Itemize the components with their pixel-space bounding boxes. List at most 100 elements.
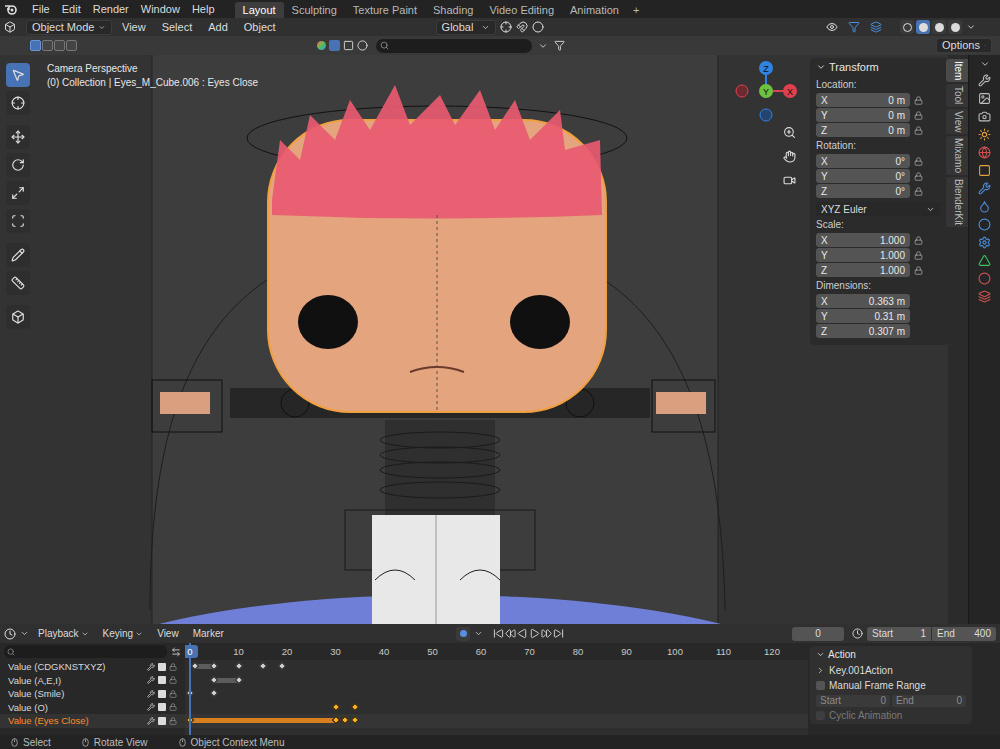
object-filter-icon[interactable] [343, 40, 354, 51]
lock-icon[interactable] [914, 187, 923, 196]
mute-checkbox[interactable] [158, 690, 166, 698]
current-frame-field[interactable]: 0 [792, 627, 844, 641]
editor-type-icon[interactable] [980, 59, 990, 69]
keyframe[interactable] [351, 716, 359, 724]
end-frame-field[interactable]: End400 [932, 627, 996, 641]
gizmo-icon[interactable] [848, 21, 860, 33]
collection-color-icon[interactable] [317, 41, 326, 50]
keyframe[interactable] [234, 662, 242, 670]
manual-range-row[interactable]: Manual Frame Range [816, 678, 966, 693]
lock-icon[interactable] [914, 96, 923, 105]
panel-header[interactable]: Transform [816, 58, 942, 76]
shading-button[interactable] [948, 20, 962, 34]
properties-tab-icon[interactable] [978, 146, 991, 159]
number-field[interactable]: Z0 m [816, 123, 910, 137]
jump-end-icon[interactable] [553, 628, 564, 639]
search-field[interactable] [376, 39, 532, 53]
lock-icon[interactable] [914, 111, 923, 120]
timeline-menu[interactable]: View [152, 626, 184, 641]
lock-icon[interactable] [914, 236, 923, 245]
orientation-dropdown[interactable]: Global [436, 20, 496, 35]
mute-checkbox[interactable] [158, 663, 166, 671]
dropdown-icon[interactable] [20, 629, 29, 638]
tool-button[interactable] [6, 181, 30, 205]
tool-button[interactable] [6, 305, 30, 329]
workspace-tab[interactable]: Sculpting [284, 2, 345, 18]
mute-checkbox[interactable] [158, 703, 166, 711]
blender-logo-icon[interactable] [4, 3, 18, 15]
tool-button[interactable] [6, 271, 30, 295]
proportional-icon[interactable] [532, 21, 544, 33]
viewport-canvas[interactable]: Camera Perspective(0) Collection | Eyes_… [36, 55, 810, 624]
properties-tab-icon[interactable] [978, 200, 991, 213]
checkbox[interactable] [816, 711, 825, 720]
pan-button[interactable] [780, 147, 798, 165]
number-field[interactable]: Y0° [816, 169, 910, 183]
channel-row[interactable]: Value (O) [0, 701, 185, 715]
select-mode-button[interactable] [66, 40, 77, 51]
play-icon[interactable] [529, 628, 540, 639]
channel-row[interactable]: Value (Eyes Close) [0, 714, 185, 728]
next-key-icon[interactable] [541, 628, 552, 639]
camera-view-button[interactable] [780, 171, 798, 189]
lock-icon[interactable] [169, 703, 177, 711]
header-menu[interactable]: Add [202, 19, 234, 36]
header-menu[interactable]: Object [238, 19, 282, 36]
properties-tab-icon[interactable] [978, 218, 991, 231]
keyframe[interactable] [331, 702, 339, 710]
pivot-icon[interactable] [500, 21, 512, 33]
keyframe[interactable] [351, 702, 359, 710]
lock-icon[interactable] [914, 266, 923, 275]
number-field[interactable]: X0.363 m [816, 294, 910, 308]
action-name-row[interactable]: Key.001Action [816, 662, 966, 678]
properties-tab-icon[interactable] [978, 290, 991, 303]
menu-item[interactable]: File [26, 1, 56, 18]
jump-start-icon[interactable] [493, 628, 504, 639]
properties-tab-icon[interactable] [978, 272, 991, 285]
shading-dropdown-icon[interactable] [966, 22, 976, 32]
lock-icon[interactable] [169, 690, 177, 698]
shading-button[interactable] [900, 20, 914, 34]
workspace-tab[interactable]: Texture Paint [345, 2, 425, 18]
number-field[interactable]: Z1.000 [816, 263, 910, 277]
navigation-gizmo-icon[interactable]: ZXY [734, 59, 798, 123]
properties-tab-icon[interactable] [978, 74, 991, 87]
shading-button[interactable] [932, 20, 946, 34]
keyframe[interactable] [259, 662, 267, 670]
header-menu[interactable]: View [116, 19, 152, 36]
properties-tab-icon[interactable] [978, 92, 991, 105]
sidebar-tab[interactable]: View [946, 109, 971, 135]
keyframe[interactable] [341, 716, 349, 724]
sidebar-tab[interactable]: Tool [946, 84, 971, 106]
tool-button[interactable] [6, 243, 30, 267]
number-field[interactable]: Y0 m [816, 108, 910, 122]
properties-tab-icon[interactable] [978, 164, 991, 177]
modifier-icon[interactable] [147, 663, 155, 671]
lock-icon[interactable] [914, 157, 923, 166]
checkbox[interactable] [816, 681, 825, 690]
mute-checkbox[interactable] [158, 676, 166, 684]
mesh-filter-icon[interactable] [329, 40, 340, 51]
filter-icon[interactable] [554, 40, 565, 51]
modifier-icon[interactable] [147, 703, 155, 711]
timeline-menu[interactable]: Marker [188, 626, 229, 641]
keyframe[interactable] [278, 662, 286, 670]
lock-icon[interactable] [914, 126, 923, 135]
sidebar-tab[interactable]: BlenderKit [946, 177, 971, 227]
range-end-field[interactable]: End0 [892, 695, 966, 707]
previous-key-icon[interactable] [505, 628, 516, 639]
tool-button[interactable] [6, 153, 30, 177]
select-mode-button[interactable] [30, 40, 41, 51]
lock-icon[interactable] [169, 717, 177, 725]
play-reverse-icon[interactable] [517, 628, 528, 639]
zoom-button[interactable] [780, 123, 798, 141]
timeline-menu[interactable]: Playback [33, 626, 94, 641]
panel-header[interactable]: Action [816, 646, 966, 662]
select-mode-button[interactable] [42, 40, 53, 51]
preview-range-icon[interactable] [852, 628, 863, 639]
snap-icon[interactable] [516, 21, 528, 33]
workspace-tab[interactable]: Layout [235, 2, 284, 18]
channel-row[interactable]: Value (CDGKNSTXYZ) [0, 660, 185, 674]
tool-button[interactable] [6, 63, 30, 87]
tool-button[interactable] [6, 125, 30, 149]
